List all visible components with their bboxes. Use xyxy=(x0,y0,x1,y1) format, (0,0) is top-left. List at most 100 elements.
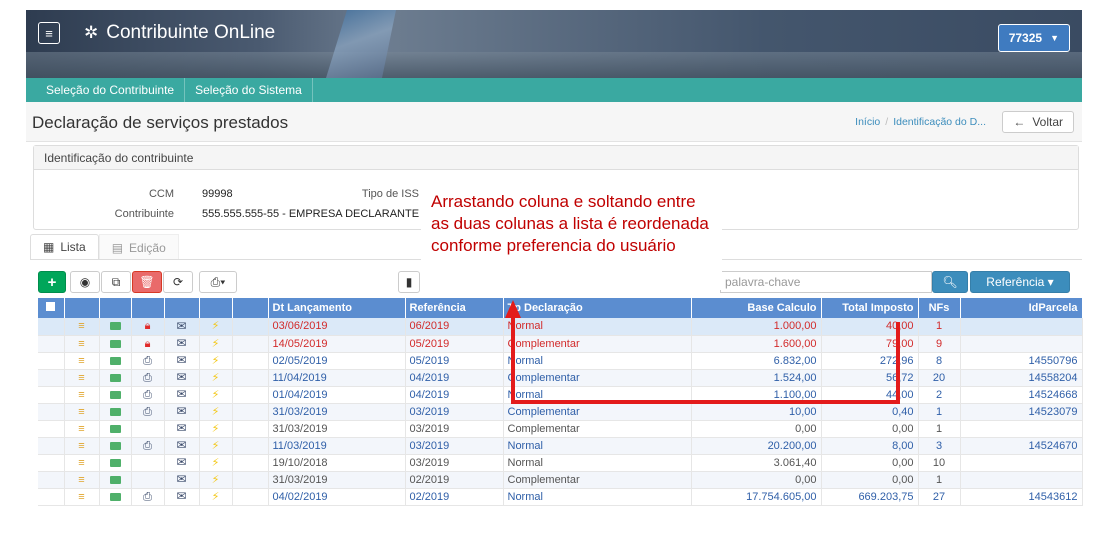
print-icon[interactable]: ⎙ xyxy=(131,437,165,455)
row-checkbox-cell[interactable] xyxy=(38,403,65,421)
row-menu-icon[interactable]: ≡ xyxy=(64,420,100,438)
table-row[interactable]: ≡ ⎙ ✉ ⚡︎ 11/04/2019 04/2019 Complementar 1.524,… xyxy=(38,369,1083,387)
lightning-icon[interactable]: ⚡︎ xyxy=(199,454,233,472)
row-checkbox-cell[interactable] xyxy=(38,318,65,336)
col-dt-lancamento[interactable]: Dt Lançamento xyxy=(268,298,406,318)
breadcrumb-inicio[interactable]: Início xyxy=(855,116,880,128)
lightning-icon[interactable]: ⚡︎ xyxy=(199,335,233,353)
table-row[interactable]: ≡ ⎙ ✉ ⚡︎ 04/02/2019 02/2019 Normal 17.754.605,0… xyxy=(38,488,1083,506)
row-checkbox-cell[interactable] xyxy=(38,488,65,506)
col-idparcela[interactable]: IdParcela xyxy=(960,298,1083,318)
row-checkbox-cell[interactable] xyxy=(38,437,65,455)
table-row[interactable]: ≡ ✉ ⚡︎ 31/03/2019 02/2019 Complementar 0,00 0,0… xyxy=(38,471,1083,489)
row-menu-icon[interactable]: ≡ xyxy=(64,335,100,353)
print-icon[interactable]: ⎙ xyxy=(131,403,165,421)
row-checkbox-cell[interactable] xyxy=(38,454,65,472)
export-button[interactable]: ▮ xyxy=(398,271,420,293)
receipt-icon[interactable] xyxy=(99,318,132,336)
nav-selecao-sistema[interactable]: Seleção do Sistema xyxy=(185,78,313,102)
envelope-icon[interactable]: ✉ xyxy=(164,454,200,472)
row-checkbox-cell[interactable] xyxy=(38,352,65,370)
envelope-icon[interactable]: ✉ xyxy=(164,437,200,455)
back-button[interactable]: ← Voltar xyxy=(1002,111,1074,133)
lightning-icon[interactable]: ⚡︎ xyxy=(199,403,233,421)
tab-lista[interactable]: ▦ Lista xyxy=(30,234,99,260)
table-row[interactable]: ≡ ✉ ⚡︎ 31/03/2019 03/2019 Complementar 0,00 0,0… xyxy=(38,420,1083,438)
referencia-dropdown[interactable]: Referência ▾ xyxy=(970,271,1070,293)
receipt-icon[interactable] xyxy=(99,454,132,472)
receipt-icon[interactable] xyxy=(99,386,132,404)
print-icon[interactable]: ⎙ xyxy=(131,369,165,387)
envelope-icon[interactable]: ✉ xyxy=(164,488,200,506)
row-menu-icon[interactable]: ≡ xyxy=(64,437,100,455)
table-row[interactable]: ≡ ✉ ⚡︎ 19/10/2018 03/2019 Normal 3.061,40 0,00 1… xyxy=(38,454,1083,472)
refresh-button[interactable]: ⟳ xyxy=(163,271,193,293)
row-menu-icon[interactable]: ≡ xyxy=(64,488,100,506)
lightning-icon[interactable]: ⚡︎ xyxy=(199,437,233,455)
receipt-icon[interactable] xyxy=(99,471,132,489)
envelope-icon[interactable]: ✉ xyxy=(164,420,200,438)
col-referencia[interactable]: Referência xyxy=(405,298,504,318)
select-all-checkbox[interactable] xyxy=(38,298,65,318)
row-checkbox-cell[interactable] xyxy=(38,369,65,387)
lightning-icon[interactable]: ⚡︎ xyxy=(199,471,233,489)
print-icon[interactable]: ⎙ xyxy=(131,352,165,370)
receipt-icon[interactable] xyxy=(99,369,132,387)
ccm-dropdown-button[interactable]: 77325 ▼ xyxy=(997,24,1070,52)
breadcrumb-identificacao[interactable]: Identificação do D... xyxy=(893,116,986,128)
search-input[interactable]: palavra-chave xyxy=(720,271,932,293)
row-checkbox-cell[interactable] xyxy=(38,386,65,404)
row-menu-icon[interactable]: ≡ xyxy=(64,352,100,370)
col-total-imposto[interactable]: Total Imposto xyxy=(821,298,919,318)
lightning-icon[interactable]: ⚡︎ xyxy=(199,352,233,370)
hamburger-icon[interactable]: ≡ xyxy=(38,22,60,44)
envelope-icon[interactable]: ✉ xyxy=(164,318,200,336)
col-nfs[interactable]: NFs xyxy=(918,298,961,318)
print-dropdown-button[interactable]: ⎙▾ xyxy=(199,271,237,293)
copy-button[interactable]: ⧉ xyxy=(101,271,131,293)
table-row[interactable]: ≡ ⎙ ✉ ⚡︎ 31/03/2019 03/2019 Complementar 10,00 0… xyxy=(38,403,1083,421)
table-row[interactable]: ≡ ⎙ ✉ ⚡︎ 01/04/2019 04/2019 Normal 1.100,00 44,0… xyxy=(38,386,1083,404)
lightning-icon[interactable]: ⚡︎ xyxy=(199,488,233,506)
lock-icon[interactable]: 🔒︎ xyxy=(131,318,165,336)
receipt-icon[interactable] xyxy=(99,352,132,370)
col-tp-declaracao[interactable]: Tp Declaração xyxy=(503,298,692,318)
print-icon[interactable]: ⎙ xyxy=(131,488,165,506)
lightning-icon[interactable]: ⚡︎ xyxy=(199,369,233,387)
envelope-icon[interactable]: ✉ xyxy=(164,352,200,370)
receipt-icon[interactable] xyxy=(99,335,132,353)
envelope-icon[interactable]: ✉ xyxy=(164,369,200,387)
row-checkbox-cell[interactable] xyxy=(38,471,65,489)
delete-button[interactable]: 🗑 xyxy=(132,271,162,293)
row-menu-icon[interactable]: ≡ xyxy=(64,369,100,387)
table-row[interactable]: ≡ ⎙ ✉ ⚡︎ 02/05/2019 05/2019 Normal 6.832,00 272,… xyxy=(38,352,1083,370)
envelope-icon[interactable]: ✉ xyxy=(164,386,200,404)
table-row[interactable]: ≡ 🔒︎ ✉ ⚡︎ 14/05/2019 05/2019 Complementar 1.600… xyxy=(38,335,1083,353)
nav-selecao-contribuinte[interactable]: Seleção do Contribuinte xyxy=(26,78,186,102)
receipt-icon[interactable] xyxy=(99,420,132,438)
receipt-icon[interactable] xyxy=(99,403,132,421)
receipt-icon[interactable] xyxy=(99,437,132,455)
row-menu-icon[interactable]: ≡ xyxy=(64,403,100,421)
lightning-icon[interactable]: ⚡︎ xyxy=(199,318,233,336)
row-checkbox-cell[interactable] xyxy=(38,335,65,353)
envelope-icon[interactable]: ✉ xyxy=(164,471,200,489)
row-menu-icon[interactable]: ≡ xyxy=(64,318,100,336)
receipt-icon[interactable] xyxy=(99,488,132,506)
row-checkbox-cell[interactable] xyxy=(38,420,65,438)
tab-edicao[interactable]: ▤ Edição xyxy=(98,234,179,260)
envelope-icon[interactable]: ✉ xyxy=(164,403,200,421)
table-row[interactable]: ≡ 🔒︎ ✉ ⚡︎ 03/06/2019 06/2019 Normal 1.000,00 40,… xyxy=(38,318,1083,336)
search-button[interactable]: 🔍︎ xyxy=(932,271,968,293)
table-row[interactable]: ≡ ⎙ ✉ ⚡︎ 11/03/2019 03/2019 Normal 20.200,00 8,0… xyxy=(38,437,1083,455)
add-button[interactable]: + xyxy=(38,271,66,293)
row-menu-icon[interactable]: ≡ xyxy=(64,471,100,489)
lightning-icon[interactable]: ⚡︎ xyxy=(199,420,233,438)
print-icon[interactable]: ⎙ xyxy=(131,386,165,404)
lock-icon[interactable]: 🔒︎ xyxy=(131,335,165,353)
row-menu-icon[interactable]: ≡ xyxy=(64,454,100,472)
col-base-calculo[interactable]: Base Calculo xyxy=(691,298,822,318)
lightning-icon[interactable]: ⚡︎ xyxy=(199,386,233,404)
envelope-icon[interactable]: ✉ xyxy=(164,335,200,353)
view-button[interactable]: ◉ xyxy=(70,271,100,293)
